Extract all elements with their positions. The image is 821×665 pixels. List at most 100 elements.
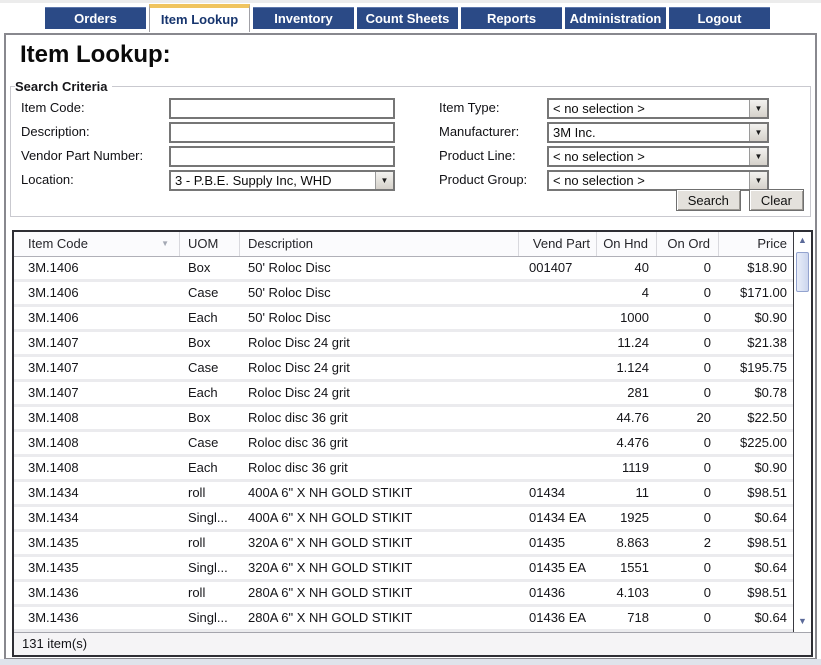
column-header-label: Vend Part — [533, 236, 590, 251]
cell-item-code: 3M.1406 — [14, 307, 180, 329]
cell-on-ord: 0 — [657, 257, 719, 279]
cell-description: Roloc Disc 24 grit — [240, 332, 519, 354]
table-body: 3M.1406Box50' Roloc Disc001407400$18.903… — [14, 257, 793, 632]
cell-price: $0.64 — [719, 557, 793, 579]
column-header-description[interactable]: Description — [240, 232, 519, 256]
table-row[interactable]: 3M.1407BoxRoloc Disc 24 grit11.240$21.38 — [14, 332, 793, 357]
cell-on-hnd: 40 — [597, 257, 657, 279]
cell-on-ord: 0 — [657, 282, 719, 304]
scrollbar-thumb[interactable] — [796, 252, 809, 292]
cell-on-hnd: 11 — [597, 482, 657, 504]
column-header-price[interactable]: Price — [719, 232, 793, 256]
cell-price: $0.90 — [719, 457, 793, 479]
tab-inventory[interactable]: Inventory — [253, 7, 354, 29]
column-header-label: Price — [757, 236, 787, 251]
cell-uom: roll — [180, 582, 240, 604]
cell-price: $98.51 — [719, 582, 793, 604]
results-table: Item Code▼UOMDescription Vend Part On HndO… — [12, 230, 813, 657]
cell-vend-part: 01434 — [519, 482, 597, 504]
item-type-select[interactable]: < no selection >▼ — [547, 98, 769, 119]
search-button-row: Search Clear — [676, 189, 804, 211]
column-header-on-ord[interactable]: On Ord — [657, 232, 719, 256]
cell-uom: Box — [180, 257, 240, 279]
dropdown-arrow-icon[interactable]: ▼ — [749, 148, 767, 165]
cell-uom: Each — [180, 382, 240, 404]
cell-item-code: 3M.1408 — [14, 457, 180, 479]
tab-count-sheets[interactable]: Count Sheets — [357, 7, 458, 29]
cell-on-hnd: 1.124 — [597, 357, 657, 379]
table-row[interactable]: 3M.1406Case50' Roloc Disc40$171.00 — [14, 282, 793, 307]
column-header-item-code[interactable]: Item Code▼ — [14, 232, 180, 256]
product-line-select[interactable]: < no selection >▼ — [547, 146, 769, 167]
cell-price: $225.00 — [719, 432, 793, 454]
cell-item-code: 3M.1408 — [14, 432, 180, 454]
status-bar: 131 item(s) — [14, 632, 811, 655]
dropdown-arrow-icon[interactable]: ▼ — [749, 124, 767, 141]
scroll-up-icon[interactable]: ▲ — [794, 235, 811, 248]
cell-uom: Box — [180, 332, 240, 354]
table-row[interactable]: 3M.1407CaseRoloc Disc 24 grit1.1240$195.… — [14, 357, 793, 382]
item-code-input[interactable] — [169, 98, 395, 119]
dropdown-arrow-icon[interactable]: ▼ — [749, 100, 767, 117]
column-header-on-hnd[interactable]: On Hnd — [597, 232, 657, 256]
table-row[interactable]: 3M.1408BoxRoloc disc 36 grit44.7620$22.5… — [14, 407, 793, 432]
cell-vend-part: 01435 EA — [519, 557, 597, 579]
search-button[interactable]: Search — [676, 189, 741, 211]
table-row[interactable]: 3M.1407EachRoloc Disc 24 grit2810$0.78 — [14, 382, 793, 407]
cell-price: $0.90 — [719, 307, 793, 329]
product-group-select[interactable]: < no selection >▼ — [547, 170, 769, 191]
table-row[interactable]: 3M.1434roll400A 6" X NH GOLD STIKIT01434… — [14, 482, 793, 507]
table-row[interactable]: 3M.1406Each50' Roloc Disc10000$0.90 — [14, 307, 793, 332]
table-row[interactable]: 3M.1434Singl...400A 6" X NH GOLD STIKIT0… — [14, 507, 793, 532]
dropdown-arrow-icon[interactable]: ▼ — [749, 172, 767, 189]
tab-logout[interactable]: Logout — [669, 7, 770, 29]
table-row[interactable]: 3M.1435roll320A 6" X NH GOLD STIKIT01435… — [14, 532, 793, 557]
cell-uom: Each — [180, 307, 240, 329]
tab-label: Count Sheets — [366, 11, 450, 26]
tab-administration[interactable]: Administration — [565, 7, 666, 29]
table-row[interactable]: 3M.1406Box50' Roloc Disc001407400$18.90 — [14, 257, 793, 282]
cell-price: $21.38 — [719, 332, 793, 354]
cell-item-code: 3M.1435 — [14, 532, 180, 554]
cell-on-ord: 0 — [657, 457, 719, 479]
tab-item-lookup[interactable]: Item Lookup — [149, 4, 250, 32]
cell-item-code: 3M.1435 — [14, 557, 180, 579]
manufacturer-select[interactable]: 3M Inc.▼ — [547, 122, 769, 143]
tab-reports[interactable]: Reports — [461, 7, 562, 29]
cell-item-code: 3M.1406 — [14, 282, 180, 304]
cell-description: 320A 6" X NH GOLD STIKIT — [240, 557, 519, 579]
cell-vend-part — [519, 407, 597, 429]
column-header-vend-part[interactable]: Vend Part — [519, 232, 597, 256]
cell-uom: Singl... — [180, 557, 240, 579]
location-select[interactable]: 3 - P.B.E. Supply Inc, WHD▼ — [169, 170, 395, 191]
cell-on-hnd: 281 — [597, 382, 657, 404]
cell-vend-part: 01435 — [519, 532, 597, 554]
vendor-part-number-input[interactable] — [169, 146, 395, 167]
tab-orders[interactable]: Orders — [45, 7, 146, 29]
column-header-uom[interactable]: UOM — [180, 232, 240, 256]
cell-on-ord: 0 — [657, 557, 719, 579]
clear-button[interactable]: Clear — [749, 189, 804, 211]
vendor-part-number-label: Vendor Part Number: — [21, 146, 169, 167]
cell-description: Roloc disc 36 grit — [240, 407, 519, 429]
vertical-scrollbar[interactable]: ▲ ▼ — [793, 232, 811, 632]
cell-item-code: 3M.1436 — [14, 607, 180, 629]
cell-description: 50' Roloc Disc — [240, 257, 519, 279]
cell-description: 280A 6" X NH GOLD STIKIT — [240, 607, 519, 629]
table-row[interactable]: 3M.1435Singl...320A 6" X NH GOLD STIKIT0… — [14, 557, 793, 582]
table-row[interactable]: 3M.1408EachRoloc disc 36 grit11190$0.90 — [14, 457, 793, 482]
dropdown-arrow-icon[interactable]: ▼ — [375, 172, 393, 189]
content-panel: Item Lookup: Search Criteria Item Code:I… — [4, 33, 817, 660]
window-bottom-edge — [0, 659, 821, 665]
cell-uom: Singl... — [180, 507, 240, 529]
table-row[interactable]: 3M.1436Singl...280A 6" X NH GOLD STIKIT0… — [14, 607, 793, 632]
cell-on-hnd: 4 — [597, 282, 657, 304]
tab-label: Administration — [570, 11, 662, 26]
scroll-down-icon[interactable]: ▼ — [794, 616, 811, 629]
cell-on-ord: 2 — [657, 532, 719, 554]
table-row[interactable]: 3M.1436roll280A 6" X NH GOLD STIKIT01436… — [14, 582, 793, 607]
table-row[interactable]: 3M.1408CaseRoloc disc 36 grit4.4760$225.… — [14, 432, 793, 457]
product-line-selected-value: < no selection > — [549, 148, 749, 165]
description-input[interactable] — [169, 122, 395, 143]
cell-on-ord: 20 — [657, 407, 719, 429]
